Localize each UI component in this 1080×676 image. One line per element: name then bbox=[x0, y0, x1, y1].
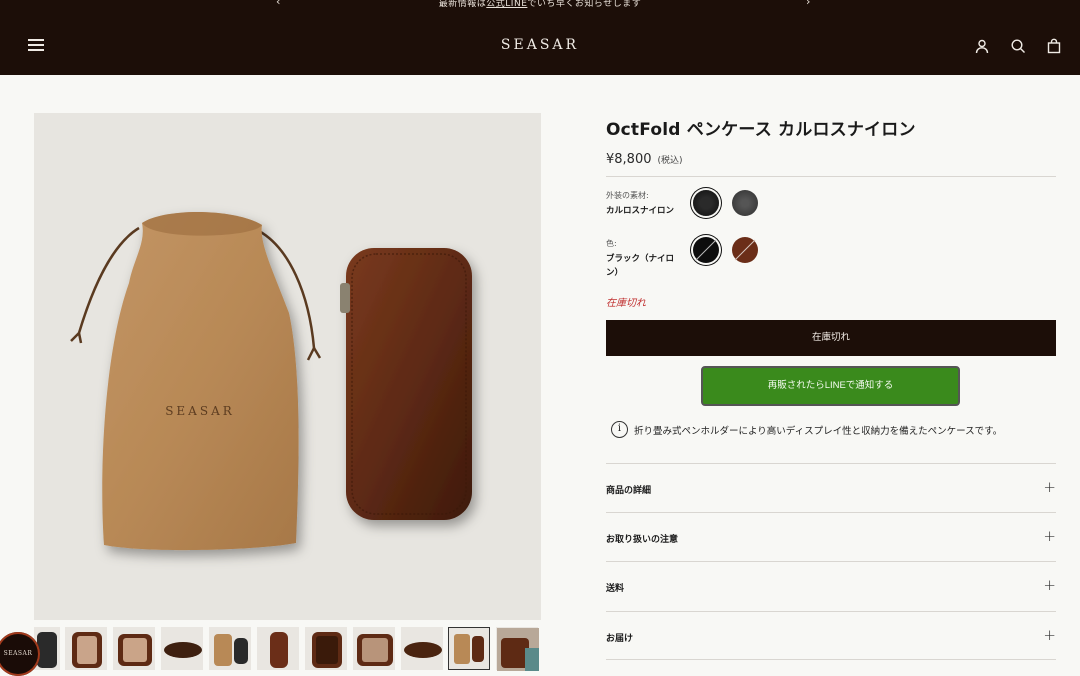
site-logo[interactable]: SEASAR bbox=[0, 37, 1080, 53]
description-text: 折り畳み式ペンホルダーにより高いディスプレイ性と収納力を備えたペンケースです。 bbox=[634, 425, 1003, 437]
thumbnail[interactable] bbox=[161, 627, 203, 670]
accordion-label: お取り扱いの注意 bbox=[606, 535, 679, 545]
product-title: OctFold ペンケース カルロスナイロン bbox=[606, 120, 916, 140]
site-header: SEASAR bbox=[0, 10, 1080, 75]
thumbnail[interactable] bbox=[257, 627, 299, 670]
accordion-shipping[interactable]: 送料 + bbox=[606, 561, 1056, 610]
accordion-product-details[interactable]: 商品の詳細 + bbox=[606, 463, 1056, 512]
divider bbox=[606, 176, 1056, 177]
announcement-suffix: でいち早くお知らせします bbox=[527, 0, 642, 9]
thumbnail[interactable] bbox=[209, 627, 251, 670]
announcement-line-link[interactable]: 公式LINE bbox=[486, 0, 527, 9]
announcement-bar: ‹ 最新情報は公式LINEでいち早くお知らせします › bbox=[0, 0, 1080, 10]
material-value: カルロスナイロン bbox=[606, 206, 675, 216]
thumbnail[interactable] bbox=[401, 627, 443, 670]
accordion-label: お届け bbox=[606, 634, 634, 644]
material-swatch-carlos-nylon[interactable] bbox=[693, 190, 719, 216]
material-swatch-alt[interactable] bbox=[732, 190, 758, 216]
thumbnail[interactable] bbox=[65, 627, 107, 670]
thumbnail[interactable] bbox=[496, 627, 539, 671]
line-notify-button[interactable]: 再販されたらLINEで通知する bbox=[701, 366, 960, 406]
account-icon[interactable] bbox=[974, 38, 990, 54]
product-photo: SEASAR bbox=[70, 211, 472, 551]
plus-icon[interactable]: + bbox=[1043, 527, 1056, 545]
announcement-message: 最新情報は公式LINEでいち早くお知らせします bbox=[0, 0, 1080, 9]
sold-out-button[interactable]: 在庫切れ bbox=[606, 320, 1056, 356]
tax-note: (税込) bbox=[657, 156, 683, 166]
announcement-prefix: 最新情報は bbox=[438, 0, 487, 9]
accordion-delivery[interactable]: お届け + bbox=[606, 611, 1056, 660]
thumbnail-strip bbox=[34, 627, 541, 672]
plus-icon[interactable]: + bbox=[1043, 626, 1056, 644]
thumbnail-active[interactable] bbox=[448, 627, 490, 670]
plus-icon[interactable]: + bbox=[1043, 478, 1056, 496]
thumbnail[interactable] bbox=[305, 627, 347, 670]
header-icons bbox=[974, 38, 1062, 54]
announcement-next-arrow[interactable]: › bbox=[806, 0, 810, 8]
product-description: i 折り畳み式ペンホルダーにより高いディスプレイ性と収納力を備えたペンケースです… bbox=[611, 421, 1002, 438]
plus-icon[interactable]: + bbox=[1043, 576, 1056, 594]
price-row: ¥8,800 (税込) bbox=[606, 152, 1056, 167]
search-icon[interactable] bbox=[1010, 38, 1026, 54]
material-label: 外装の素材: bbox=[606, 191, 649, 200]
accordion-label: 送料 bbox=[606, 584, 625, 594]
color-label: 色: bbox=[606, 239, 617, 248]
color-value: ブラック（ナイロン） bbox=[606, 254, 675, 278]
bag-print: SEASAR bbox=[165, 404, 235, 418]
info-icon: i bbox=[611, 421, 628, 438]
product-info: OctFold ペンケース カルロスナイロン ¥8,800 (税込) bbox=[606, 115, 1056, 167]
thumbnail[interactable] bbox=[353, 627, 395, 670]
color-swatch-brown[interactable] bbox=[732, 237, 758, 263]
product-price: ¥8,800 bbox=[606, 152, 652, 167]
accordion-handling-notes[interactable]: お取り扱いの注意 + bbox=[606, 512, 1056, 561]
accordion-label: 商品の詳細 bbox=[606, 486, 652, 496]
product-main-image[interactable]: SEASAR bbox=[34, 113, 541, 620]
cart-icon[interactable] bbox=[1046, 38, 1062, 54]
color-swatch-black[interactable] bbox=[693, 237, 719, 263]
thumbnail[interactable] bbox=[113, 627, 155, 670]
stock-status: 在庫切れ bbox=[606, 298, 646, 309]
